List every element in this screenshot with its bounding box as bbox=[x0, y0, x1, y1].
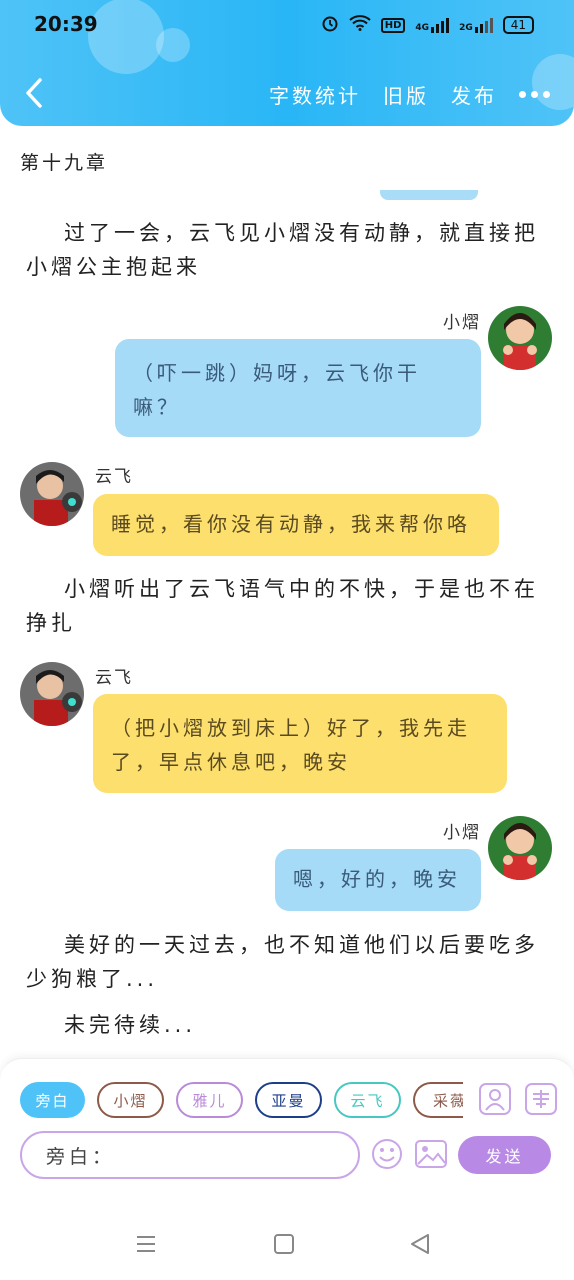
avatar-yunfei[interactable] bbox=[20, 462, 84, 526]
app-header: 20:39 HD 4G 2G 41 字数统计 旧版 发布 bbox=[0, 0, 574, 126]
alarm-icon bbox=[321, 14, 339, 36]
speaker-name: 云飞 bbox=[95, 467, 133, 487]
chapter-title: 第十九章 bbox=[20, 152, 109, 174]
role-chip-yaman[interactable]: 亚曼 bbox=[255, 1082, 322, 1118]
speaker-name: 云飞 bbox=[95, 668, 133, 688]
role-chip-yunfei[interactable]: 云飞 bbox=[334, 1082, 401, 1118]
role-chip-caiwei[interactable]: 采薇 bbox=[413, 1082, 463, 1118]
person-icon[interactable] bbox=[478, 1082, 512, 1116]
back-button[interactable] bbox=[20, 76, 48, 110]
narration-text: 未完待续... bbox=[64, 1013, 197, 1037]
role-chip-xiaoyi[interactable]: 小熠 bbox=[97, 1082, 164, 1118]
narration-text: 小熠听出了云飞语气中的不快，于是也不在挣扎 bbox=[26, 577, 539, 635]
send-button[interactable]: 发送 bbox=[458, 1136, 551, 1174]
message-bubble[interactable]: 睡觉，看你没有动静，我来帮你咯 bbox=[93, 494, 499, 556]
message-bubble[interactable]: （把小熠放到床上）好了，我先走了，早点休息吧，晚安 bbox=[93, 694, 507, 793]
more-dots-icon[interactable] bbox=[519, 91, 550, 98]
decor-bubble bbox=[88, 0, 164, 74]
speaker-name: 小熠 bbox=[443, 823, 481, 843]
header-actions: 字数统计 旧版 发布 bbox=[269, 80, 550, 109]
home-icon[interactable] bbox=[272, 1232, 296, 1260]
old-version-button[interactable]: 旧版 bbox=[383, 80, 429, 109]
wifi-icon bbox=[349, 15, 371, 35]
avatar-xiaoyi[interactable] bbox=[488, 816, 552, 880]
avatar-xiaoyi[interactable] bbox=[488, 306, 552, 370]
signal-2g-icon: 2G bbox=[459, 17, 493, 33]
menu-icon[interactable] bbox=[134, 1232, 158, 1260]
image-icon[interactable] bbox=[414, 1137, 448, 1171]
word-count-button[interactable]: 字数统计 bbox=[269, 80, 361, 109]
status-bar-icons: HD 4G 2G 41 bbox=[321, 14, 534, 36]
role-chip-narrator[interactable]: 旁白 bbox=[20, 1082, 85, 1118]
publish-button[interactable]: 发布 bbox=[451, 80, 497, 109]
tag-icon[interactable] bbox=[524, 1082, 558, 1116]
hd-icon: HD bbox=[380, 17, 406, 33]
dialogue-input[interactable]: 旁白： bbox=[20, 1131, 360, 1179]
speaker-name: 小熠 bbox=[443, 313, 481, 333]
status-time: 20:39 bbox=[34, 12, 98, 36]
system-nav-bar bbox=[0, 1210, 574, 1280]
avatar-yunfei[interactable] bbox=[20, 662, 84, 726]
role-chip-yaer[interactable]: 雅儿 bbox=[176, 1082, 243, 1118]
chevron-left-icon bbox=[26, 78, 42, 108]
signal-4g-icon: 4G bbox=[415, 17, 450, 33]
decor-bubble bbox=[156, 28, 190, 62]
message-bubble[interactable]: （吓一跳）妈呀，云飞你干嘛？ bbox=[115, 339, 481, 437]
back-nav-icon[interactable] bbox=[408, 1232, 432, 1260]
narration-text: 过了一会，云飞见小熠没有动静，就直接把小熠公主抱起来 bbox=[26, 221, 539, 279]
battery-indicator: 41 bbox=[502, 16, 534, 34]
emoji-icon[interactable] bbox=[370, 1137, 404, 1171]
partial-bubble bbox=[380, 190, 478, 200]
narration-text: 美好的一天过去，也不知道他们以后要吃多少狗粮了... bbox=[26, 933, 539, 991]
message-bubble[interactable]: 嗯，好的，晚安 bbox=[275, 849, 481, 911]
